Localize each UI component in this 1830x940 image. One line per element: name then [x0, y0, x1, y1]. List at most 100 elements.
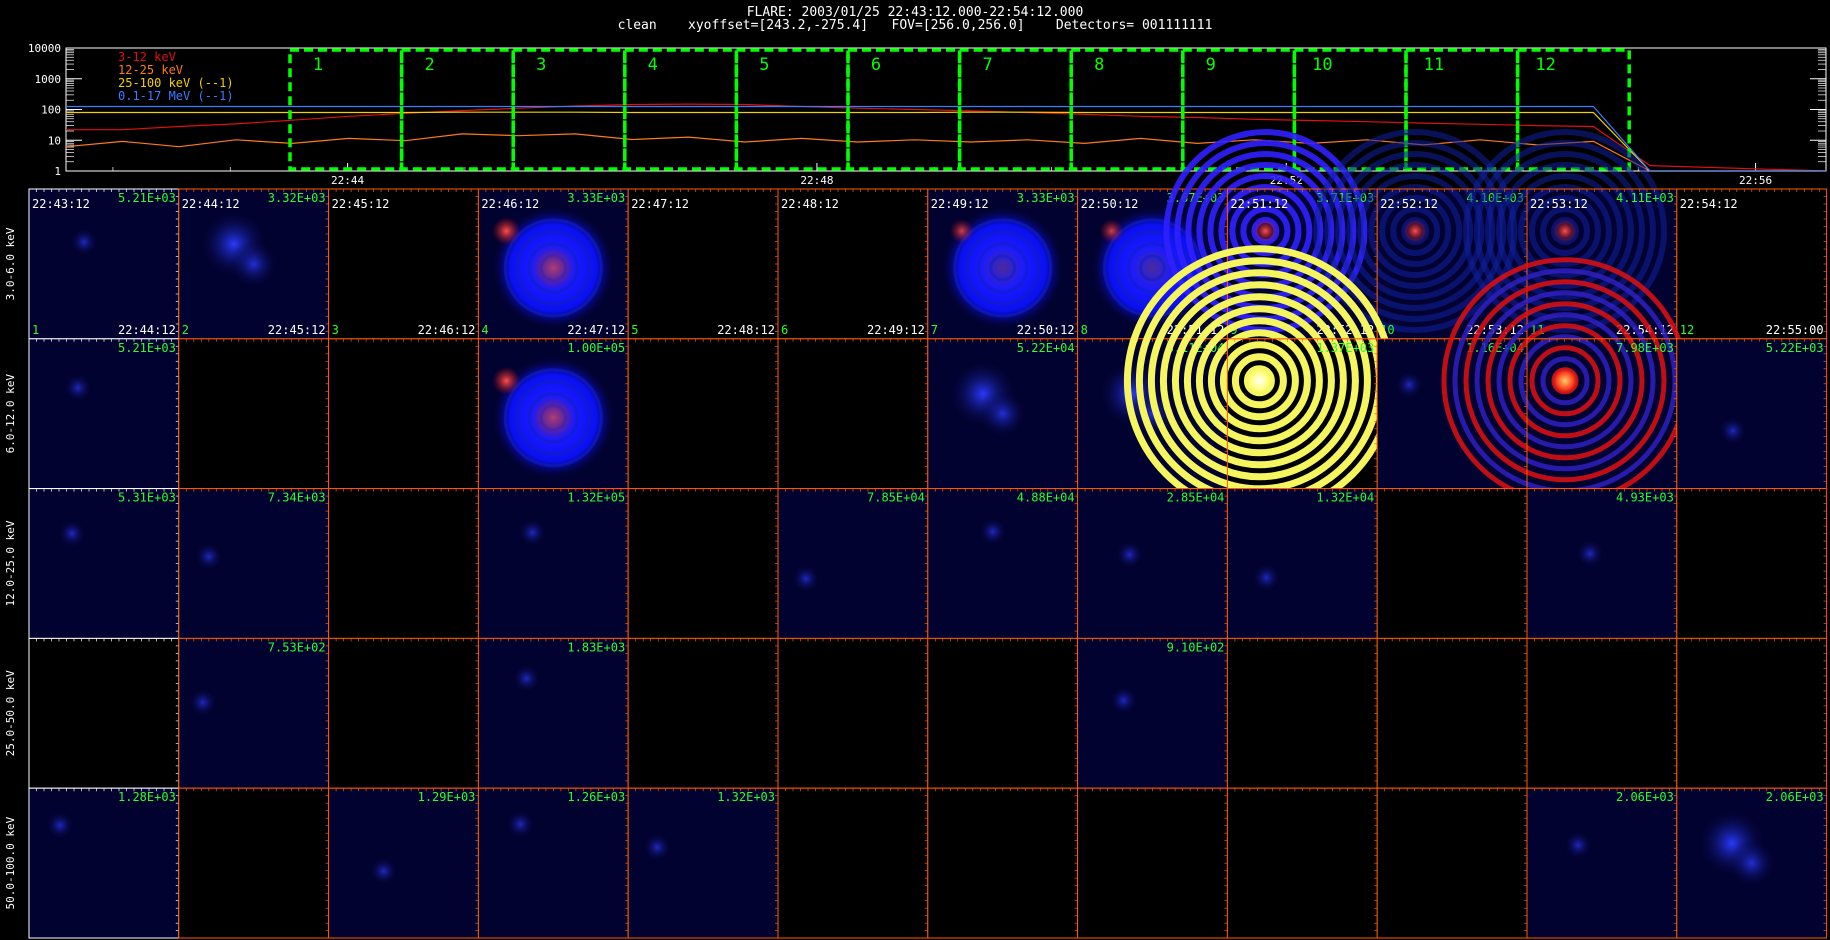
time-window-number: 11	[1424, 55, 1444, 75]
legend-label: 12-25 keV	[118, 63, 183, 77]
source-blob	[369, 857, 398, 886]
time-window-box	[288, 48, 404, 171]
image-cell: 2.85E+04	[1077, 488, 1228, 639]
image-cell	[1226, 637, 1378, 789]
source-blob	[194, 542, 223, 571]
image-index: 7	[931, 323, 938, 337]
source-blob	[46, 811, 74, 840]
y-tick-label: 10	[48, 134, 61, 147]
image-cell	[1376, 787, 1528, 939]
time-window-box	[1292, 48, 1408, 171]
source-blob	[512, 664, 541, 693]
series-line	[66, 105, 1826, 172]
image-cell: 7.34E+03	[178, 488, 330, 639]
image-background	[29, 338, 179, 489]
time-window-number: 7	[982, 55, 992, 75]
image-background	[1527, 488, 1677, 639]
image-background	[927, 788, 1078, 938]
image-cell: 3.32E+03 22:44:12 22:45:12 2	[178, 188, 330, 340]
image-cell: 9.10E+02	[1077, 637, 1228, 789]
x-tick-label: 22:44	[331, 174, 364, 187]
image-max-value: 4.93E+03	[1616, 491, 1674, 505]
image-max-value: 2.06E+03	[1616, 790, 1674, 804]
image-cell: 1.26E+03	[477, 787, 629, 939]
image-index: 8	[1081, 323, 1088, 337]
image-start-time: 22:45:12	[332, 197, 390, 211]
image-cell	[777, 787, 929, 939]
time-window-box	[734, 48, 850, 171]
source-blob	[978, 389, 1027, 438]
time-window-number: 8	[1094, 55, 1104, 75]
source-blob	[1395, 370, 1424, 399]
image-max-value: 7.85E+04	[867, 491, 925, 505]
image-max-value: 1.26E+03	[567, 790, 625, 804]
image-start-time: 22:53:12	[1530, 197, 1588, 211]
image-end-time: 22:45:12	[268, 323, 326, 337]
source-blob	[518, 518, 547, 547]
image-start-time: 22:52:12	[1380, 197, 1438, 211]
image-cell	[777, 637, 929, 789]
image-cell: 22:47:12 22:48:12 5	[627, 188, 779, 340]
image-cell: 7.53E+02	[178, 637, 330, 789]
time-window-number: 1	[313, 55, 323, 75]
image-cell: 1.00E+05	[477, 338, 629, 490]
image-background	[778, 338, 928, 489]
image-cell: 5.21E+03 22:43:12 22:44:12 1	[28, 188, 180, 340]
image-background	[628, 338, 778, 489]
time-window-number: 10	[1312, 55, 1332, 75]
image-cell	[328, 338, 479, 490]
source-blob	[506, 810, 535, 839]
image-cell	[328, 637, 479, 789]
image-background	[1676, 338, 1827, 489]
time-window-number: 9	[1206, 55, 1216, 75]
image-background	[328, 488, 479, 639]
time-window-box	[511, 48, 627, 171]
image-max-value: 3.33E+03	[567, 191, 625, 205]
image-background	[778, 788, 928, 938]
image-index: 5	[631, 323, 638, 337]
image-start-time: 22:49:12	[931, 197, 989, 211]
image-max-value: 2.06E+03	[1766, 790, 1824, 804]
image-cell: 2.06E+03	[1526, 787, 1678, 939]
image-background	[1676, 638, 1827, 789]
image-background	[628, 638, 778, 789]
image-max-value: 4.88E+04	[1017, 491, 1075, 505]
source-blob	[1576, 539, 1604, 568]
image-max-value: 3.32E+03	[268, 191, 326, 205]
image-cell	[1676, 637, 1828, 789]
y-tick-label: 100	[41, 104, 61, 117]
image-cell: 3.33E+03 22:46:12 22:47:12 4	[477, 188, 629, 340]
image-max-value: 5.21E+03	[118, 341, 176, 355]
image-background	[1676, 488, 1827, 639]
image-end-time: 22:48:12	[717, 323, 775, 337]
image-max-value: 5.22E+03	[1766, 341, 1824, 355]
image-background	[1227, 638, 1378, 789]
flare-kernel	[492, 217, 521, 245]
image-background	[29, 189, 179, 339]
image-max-value: 1.28E+03	[118, 790, 176, 804]
image-cell: 1.32E+03	[627, 787, 779, 939]
image-background	[478, 488, 629, 639]
image-cell	[1376, 637, 1528, 789]
image-max-value: 5.22E+04	[1017, 341, 1075, 355]
energy-band-label: 6.0-12.0 keV	[4, 374, 17, 454]
image-grid: 3.0-6.0 keV 6.0-12.0 keV 12.0-25.0 keV 25.0…	[4, 129, 1828, 939]
image-background	[1077, 638, 1228, 789]
time-window-box	[1181, 48, 1297, 171]
image-start-time: 22:51:12	[1230, 197, 1288, 211]
source-blob	[188, 688, 217, 717]
image-background	[927, 488, 1078, 639]
time-window-box	[1069, 48, 1185, 171]
image-max-value: 7.34E+03	[268, 491, 326, 505]
image-background	[328, 638, 479, 789]
image-background	[1227, 488, 1378, 639]
image-cell: 1.28E+03	[28, 787, 180, 939]
image-max-value: 3.33E+03	[1017, 191, 1075, 205]
image-background	[1527, 638, 1677, 789]
image-index: 12	[1680, 323, 1694, 337]
image-cell	[627, 338, 779, 490]
image-cell: 5.31E+03	[28, 488, 180, 639]
image-background	[628, 189, 778, 339]
image-cell: 1.29E+03	[328, 787, 479, 939]
image-end-time: 22:49:12	[867, 323, 925, 337]
